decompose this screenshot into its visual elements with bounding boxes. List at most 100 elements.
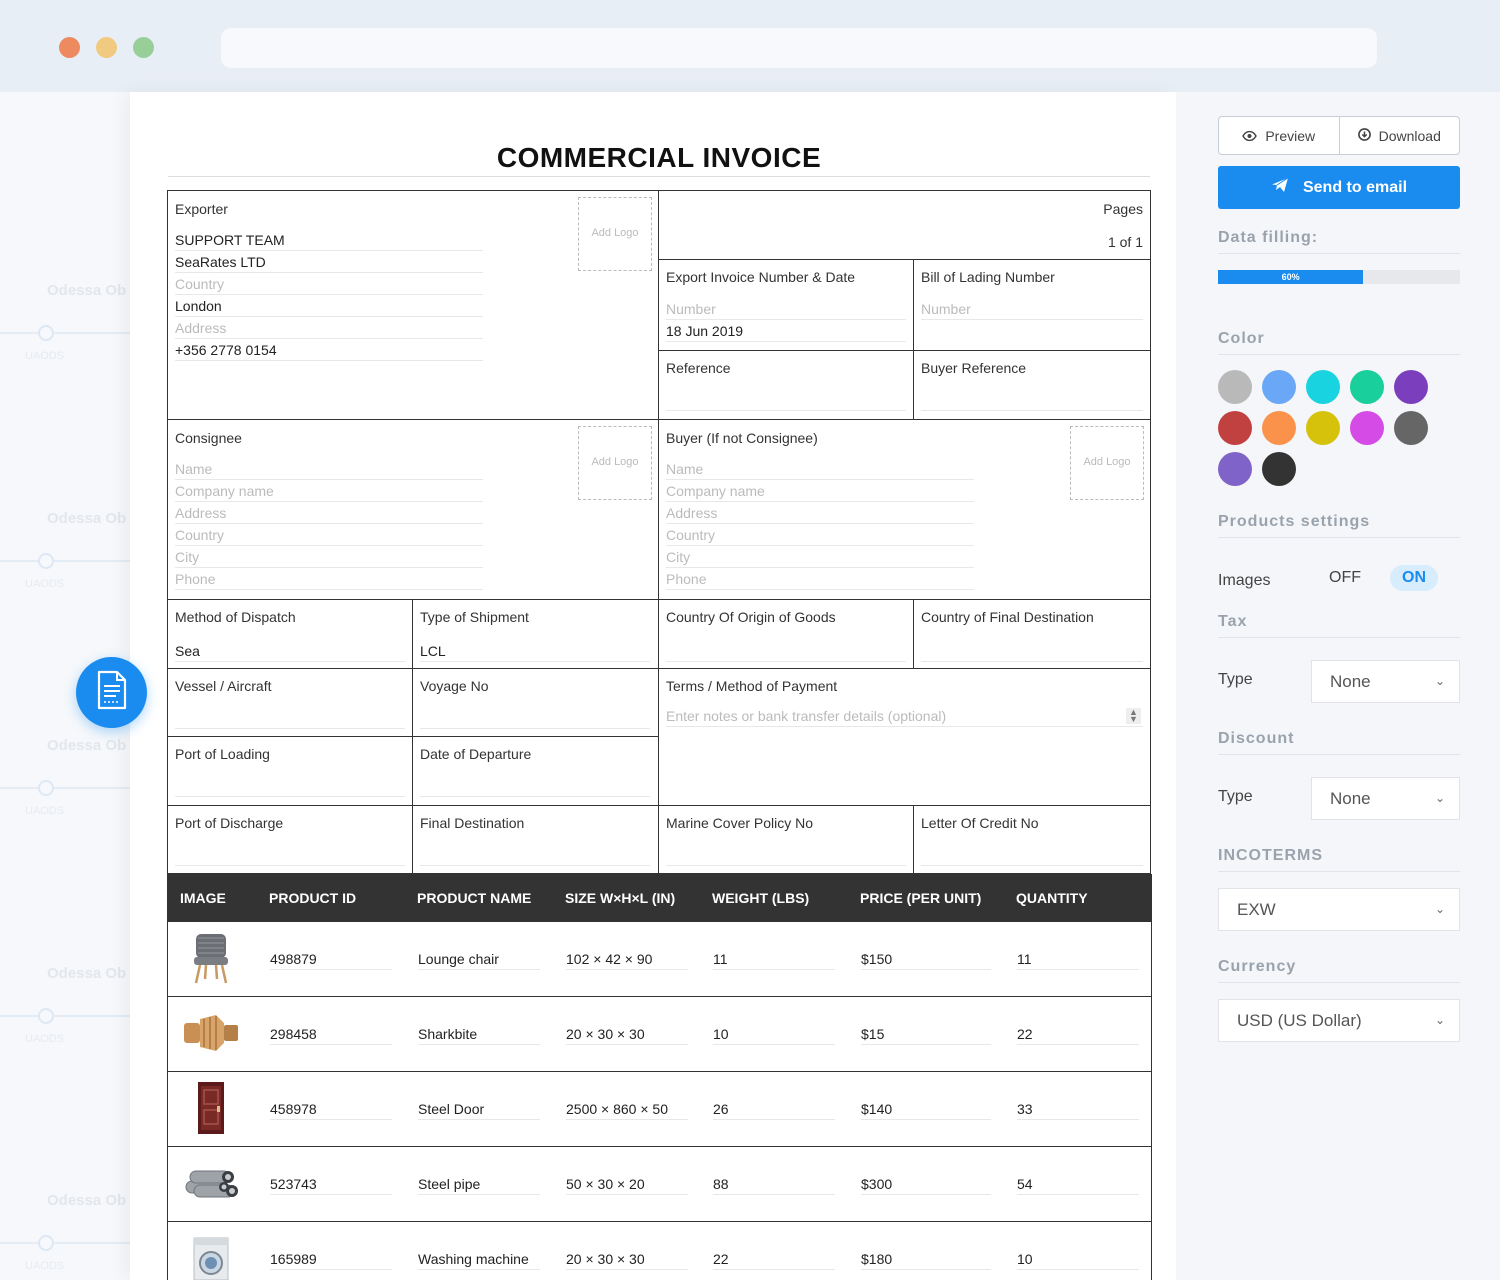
buyer-phone-field[interactable]: Phone <box>666 568 974 590</box>
product-name-cell[interactable]: Steel Door <box>418 1098 540 1120</box>
product-id-cell[interactable]: 498879 <box>270 948 392 970</box>
consignee-name-field[interactable]: Name <box>175 458 483 480</box>
bill-of-lading-number-field[interactable]: Number <box>921 298 1143 320</box>
product-quantity-cell[interactable]: 22 <box>1017 1023 1139 1045</box>
images-off-toggle[interactable]: OFF <box>1329 569 1361 587</box>
color-swatch[interactable] <box>1218 411 1252 445</box>
window-minimize-dot[interactable] <box>96 37 117 58</box>
buyer-country-field[interactable]: Country <box>666 524 974 546</box>
product-quantity-cell[interactable]: 10 <box>1017 1248 1139 1270</box>
product-price-cell[interactable]: $150 <box>861 948 991 970</box>
product-price-cell[interactable]: $180 <box>861 1248 991 1270</box>
color-swatch[interactable] <box>1218 452 1252 486</box>
steel-pipe-image[interactable] <box>180 1155 242 1211</box>
buyer-city-field[interactable]: City <box>666 546 974 568</box>
tax-type-select[interactable]: None ⌄ <box>1311 660 1460 703</box>
export-invoice-number-field[interactable]: Number <box>666 298 906 320</box>
window-maximize-dot[interactable] <box>133 37 154 58</box>
voyage-no-field[interactable] <box>420 707 650 729</box>
color-swatch[interactable] <box>1262 370 1296 404</box>
buyer-name-field[interactable]: Name <box>666 458 974 480</box>
invoice-document-button[interactable] <box>76 657 147 728</box>
send-to-email-button[interactable]: Send to email <box>1218 166 1460 209</box>
product-weight-cell[interactable]: 88 <box>713 1173 835 1195</box>
color-swatch[interactable] <box>1306 370 1340 404</box>
color-swatch[interactable] <box>1394 370 1428 404</box>
export-invoice-date-field[interactable]: 18 Jun 2019 <box>666 320 906 342</box>
consignee-phone-field[interactable]: Phone <box>175 568 483 590</box>
window-close-dot[interactable] <box>59 37 80 58</box>
color-swatch[interactable] <box>1306 411 1340 445</box>
port-of-discharge-field[interactable] <box>175 844 405 866</box>
exporter-line[interactable]: +356 2778 0154 <box>175 339 483 361</box>
product-size-cell[interactable]: 20 × 30 × 30 <box>566 1023 688 1045</box>
port-of-loading-field[interactable] <box>175 775 405 797</box>
product-size-cell[interactable]: 102 × 42 × 90 <box>566 948 688 970</box>
preview-button[interactable]: Preview <box>1219 117 1339 154</box>
washing-machine-image[interactable] <box>180 1230 242 1280</box>
exporter-line[interactable]: London <box>175 295 483 317</box>
exporter-address-field[interactable]: Address <box>175 317 483 339</box>
color-swatch[interactable] <box>1262 452 1296 486</box>
product-id-cell[interactable]: 298458 <box>270 1023 392 1045</box>
country-final-destination-field[interactable] <box>921 640 1143 662</box>
steel-door-image[interactable] <box>180 1080 242 1136</box>
consignee-city-field[interactable]: City <box>175 546 483 568</box>
product-quantity-cell[interactable]: 33 <box>1017 1098 1139 1120</box>
color-swatch[interactable] <box>1394 411 1428 445</box>
product-name-cell[interactable]: Steel pipe <box>418 1173 540 1195</box>
final-destination-field[interactable] <box>420 844 650 866</box>
images-on-toggle[interactable]: ON <box>1390 565 1438 591</box>
vessel-field[interactable] <box>175 707 405 729</box>
product-price-cell[interactable]: $140 <box>861 1098 991 1120</box>
address-bar[interactable] <box>221 28 1377 68</box>
product-id-cell[interactable]: 523743 <box>270 1173 392 1195</box>
product-size-cell[interactable]: 50 × 30 × 20 <box>566 1173 688 1195</box>
consignee-company-field[interactable]: Company name <box>175 480 483 502</box>
reference-field[interactable] <box>666 389 906 411</box>
type-of-shipment-field[interactable]: LCL <box>420 640 650 662</box>
buyer-address-field[interactable]: Address <box>666 502 974 524</box>
exporter-country-field[interactable]: Country <box>175 273 483 295</box>
sharkbite-fitting-image[interactable] <box>180 1005 242 1061</box>
buyer-reference-field[interactable] <box>921 389 1143 411</box>
discount-type-select[interactable]: None ⌄ <box>1311 777 1460 820</box>
buyer-add-logo[interactable]: Add Logo <box>1070 426 1144 500</box>
color-swatch[interactable] <box>1262 411 1296 445</box>
consignee-country-field[interactable]: Country <box>175 524 483 546</box>
product-name-cell[interactable]: Washing machine <box>418 1248 540 1270</box>
product-name-cell[interactable]: Lounge chair <box>418 948 540 970</box>
method-of-dispatch-field[interactable]: Sea <box>175 640 405 662</box>
country-of-origin-field[interactable] <box>666 640 906 662</box>
product-price-cell[interactable]: $300 <box>861 1173 991 1195</box>
currency-select[interactable]: USD (US Dollar) ⌄ <box>1218 999 1460 1042</box>
lounge-chair-image[interactable] <box>180 930 242 986</box>
incoterms-select[interactable]: EXW ⌄ <box>1218 888 1460 931</box>
product-weight-cell[interactable]: 11 <box>713 948 835 970</box>
product-quantity-cell[interactable]: 54 <box>1017 1173 1139 1195</box>
buyer-company-field[interactable]: Company name <box>666 480 974 502</box>
product-weight-cell[interactable]: 10 <box>713 1023 835 1045</box>
spinner-icon[interactable]: ▲ ▼ <box>1126 708 1141 724</box>
letter-of-credit-field[interactable] <box>921 844 1143 866</box>
terms-payment-field[interactable]: Enter notes or bank transfer details (op… <box>666 705 1143 727</box>
product-weight-cell[interactable]: 22 <box>713 1248 835 1270</box>
exporter-add-logo[interactable]: Add Logo <box>578 197 652 271</box>
product-name-cell[interactable]: Sharkbite <box>418 1023 540 1045</box>
consignee-add-logo[interactable]: Add Logo <box>578 426 652 500</box>
product-id-cell[interactable]: 165989 <box>270 1248 392 1270</box>
product-size-cell[interactable]: 20 × 30 × 30 <box>566 1248 688 1270</box>
product-size-cell[interactable]: 2500 × 860 × 50 <box>566 1098 688 1120</box>
marine-cover-field[interactable] <box>666 844 906 866</box>
color-swatch[interactable] <box>1218 370 1252 404</box>
consignee-address-field[interactable]: Address <box>175 502 483 524</box>
exporter-line[interactable]: SUPPORT TEAM <box>175 229 483 251</box>
exporter-line[interactable]: SeaRates LTD <box>175 251 483 273</box>
product-price-cell[interactable]: $15 <box>861 1023 991 1045</box>
color-swatch[interactable] <box>1350 411 1384 445</box>
product-weight-cell[interactable]: 26 <box>713 1098 835 1120</box>
product-id-cell[interactable]: 458978 <box>270 1098 392 1120</box>
download-button[interactable]: Download <box>1338 117 1460 154</box>
product-quantity-cell[interactable]: 11 <box>1017 948 1139 970</box>
date-of-departure-field[interactable] <box>420 775 650 797</box>
